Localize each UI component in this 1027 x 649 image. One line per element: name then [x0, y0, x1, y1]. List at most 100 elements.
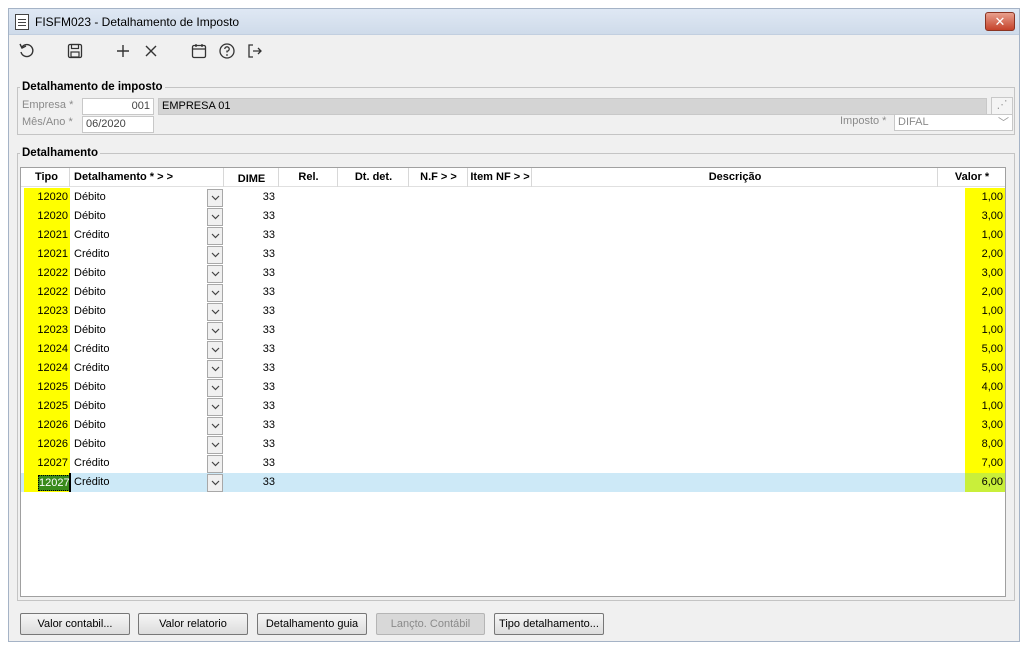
- detalhamento-dropdown-button[interactable]: [207, 189, 223, 207]
- detalhamento-cell[interactable]: Débito: [73, 321, 223, 340]
- table-row[interactable]: 12024 Crédito 33 5,00: [21, 359, 1005, 378]
- dime-cell[interactable]: 33: [225, 207, 277, 226]
- tipo-cell[interactable]: 12022: [24, 264, 70, 283]
- dime-cell[interactable]: 33: [225, 283, 277, 302]
- table-row-selected[interactable]: 12027 Crédito 33 6,00: [21, 473, 1005, 492]
- detalhamento-dropdown-button[interactable]: [207, 398, 223, 416]
- valor-cell[interactable]: 3,00: [965, 416, 1005, 435]
- tipo-cell[interactable]: 12024: [24, 359, 70, 378]
- detalhamento-cell[interactable]: Débito: [73, 207, 223, 226]
- col-tipo[interactable]: Tipo: [24, 168, 70, 187]
- detalhamento-cell[interactable]: Débito: [73, 378, 223, 397]
- col-item-nf[interactable]: Item NF > >: [469, 168, 532, 187]
- col-detalhamento[interactable]: Detalhamento * > >: [71, 168, 224, 187]
- valor-cell[interactable]: 1,00: [965, 188, 1005, 207]
- detalhamento-dropdown-button[interactable]: [207, 265, 223, 283]
- detalhamento-dropdown-button[interactable]: [207, 474, 223, 492]
- table-row[interactable]: 12023 Débito 33 1,00: [21, 302, 1005, 321]
- tipo-cell[interactable]: 12026: [24, 435, 70, 454]
- dime-cell[interactable]: 33: [225, 397, 277, 416]
- dime-cell[interactable]: 33: [225, 226, 277, 245]
- tipo-detalhamento-button[interactable]: Tipo detalhamento...: [494, 613, 604, 635]
- dime-cell[interactable]: 33: [225, 188, 277, 207]
- table-row[interactable]: 12022 Débito 33 2,00: [21, 283, 1005, 302]
- col-dime[interactable]: DIME: [225, 168, 279, 187]
- detalhamento-dropdown-button[interactable]: [207, 417, 223, 435]
- tipo-cell[interactable]: 12021: [24, 226, 70, 245]
- detalhamento-dropdown-button[interactable]: [207, 455, 223, 473]
- empresa-code-field[interactable]: 001: [82, 98, 154, 115]
- table-row[interactable]: 12027 Crédito 33 7,00: [21, 454, 1005, 473]
- dime-cell[interactable]: 33: [225, 359, 277, 378]
- dime-cell[interactable]: 33: [225, 321, 277, 340]
- table-row[interactable]: 12021 Crédito 33 2,00: [21, 245, 1005, 264]
- table-row[interactable]: 12021 Crédito 33 1,00: [21, 226, 1005, 245]
- detalhamento-dropdown-button[interactable]: [207, 341, 223, 359]
- detalhamento-cell[interactable]: Crédito: [73, 226, 223, 245]
- tipo-cell[interactable]: 12021: [24, 245, 70, 264]
- detalhamento-cell[interactable]: Débito: [73, 264, 223, 283]
- detalhamento-dropdown-button[interactable]: [207, 284, 223, 302]
- add-icon[interactable]: [111, 39, 135, 63]
- tipo-cell[interactable]: 12020: [24, 188, 70, 207]
- table-row[interactable]: 12024 Crédito 33 5,00: [21, 340, 1005, 359]
- save-icon[interactable]: [63, 39, 87, 63]
- table-row[interactable]: 12025 Débito 33 4,00: [21, 378, 1005, 397]
- dime-cell[interactable]: 33: [225, 378, 277, 397]
- detalhamento-dropdown-button[interactable]: [207, 322, 223, 340]
- valor-cell[interactable]: 1,00: [965, 302, 1005, 321]
- tipo-cell[interactable]: 12024: [24, 340, 70, 359]
- tipo-cell[interactable]: 12022: [24, 283, 70, 302]
- detalhamento-dropdown-button[interactable]: [207, 246, 223, 264]
- detalhamento-cell[interactable]: Crédito: [73, 359, 223, 378]
- detalhamento-cell[interactable]: Débito: [73, 302, 223, 321]
- table-row[interactable]: 12023 Débito 33 1,00: [21, 321, 1005, 340]
- exit-icon[interactable]: [243, 39, 267, 63]
- table-row[interactable]: 12025 Débito 33 1,00: [21, 397, 1005, 416]
- detalhamento-cell[interactable]: Débito: [73, 435, 223, 454]
- mesano-field[interactable]: 06/2020: [82, 116, 154, 133]
- detalhamento-dropdown-button[interactable]: [207, 208, 223, 226]
- close-button[interactable]: ✕: [985, 12, 1015, 31]
- valor-cell[interactable]: 8,00: [965, 435, 1005, 454]
- detalhamento-dropdown-button[interactable]: [207, 379, 223, 397]
- detalhamento-dropdown-button[interactable]: [207, 436, 223, 454]
- tipo-cell[interactable]: 12025: [24, 378, 70, 397]
- col-valor[interactable]: Valor *: [939, 168, 1005, 187]
- tipo-cell[interactable]: 12026: [24, 416, 70, 435]
- table-row[interactable]: 12022 Débito 33 3,00: [21, 264, 1005, 283]
- valor-cell[interactable]: 5,00: [965, 340, 1005, 359]
- dime-cell[interactable]: 33: [225, 302, 277, 321]
- valor-cell[interactable]: 4,00: [965, 378, 1005, 397]
- valor-cell[interactable]: 2,00: [965, 245, 1005, 264]
- valor-cell[interactable]: 3,00: [965, 207, 1005, 226]
- detalhamento-cell[interactable]: Crédito: [73, 340, 223, 359]
- help-icon[interactable]: [215, 39, 239, 63]
- detalhamento-dropdown-button[interactable]: [207, 360, 223, 378]
- table-row[interactable]: 12020 Débito 33 1,00: [21, 188, 1005, 207]
- dime-cell[interactable]: 33: [225, 473, 277, 492]
- dime-cell[interactable]: 33: [225, 264, 277, 283]
- valor-contabil-button[interactable]: Valor contabil...: [20, 613, 130, 635]
- valor-cell[interactable]: 1,00: [965, 226, 1005, 245]
- table-row[interactable]: 12026 Débito 33 8,00: [21, 435, 1005, 454]
- valor-cell[interactable]: 1,00: [965, 321, 1005, 340]
- imposto-select[interactable]: DIFAL ﹀: [894, 114, 1013, 131]
- tipo-cell-editor[interactable]: 12027: [38, 475, 70, 491]
- col-rel[interactable]: Rel.: [280, 168, 338, 187]
- tipo-cell[interactable]: 12023: [24, 302, 70, 321]
- col-nf[interactable]: N.F > >: [410, 168, 468, 187]
- valor-cell[interactable]: 6,00: [965, 473, 1005, 492]
- valor-cell[interactable]: 1,00: [965, 397, 1005, 416]
- detalhamento-dropdown-button[interactable]: [207, 227, 223, 245]
- refresh-icon[interactable]: [15, 39, 39, 63]
- table-row[interactable]: 12020 Débito 33 3,00: [21, 207, 1005, 226]
- delete-icon[interactable]: [139, 39, 163, 63]
- dime-cell[interactable]: 33: [225, 416, 277, 435]
- detalhamento-cell[interactable]: Débito: [73, 283, 223, 302]
- valor-cell[interactable]: 5,00: [965, 359, 1005, 378]
- detalhamento-dropdown-button[interactable]: [207, 303, 223, 321]
- tipo-cell[interactable]: 12023: [24, 321, 70, 340]
- valor-cell[interactable]: 7,00: [965, 454, 1005, 473]
- valor-cell[interactable]: 2,00: [965, 283, 1005, 302]
